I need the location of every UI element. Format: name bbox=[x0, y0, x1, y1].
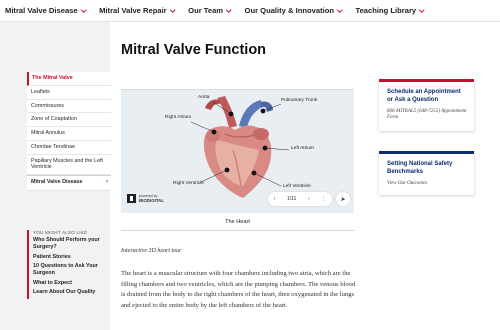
chevron-down-icon bbox=[337, 7, 343, 12]
viewer-caption: The Heart bbox=[121, 213, 354, 231]
biodigital-logo[interactable]: powered by BIODIGITAL bbox=[127, 194, 164, 204]
chevron-right-icon: › bbox=[106, 179, 108, 185]
body-paragraph: The heart is a muscular structure with f… bbox=[121, 270, 356, 309]
sidebar-item-papillary-muscles[interactable]: Papillary Muscles and the Left Ventricle bbox=[27, 155, 111, 175]
related-links: YOU MIGHT ALSO LIKE Who Should Perform y… bbox=[27, 230, 109, 299]
sidebar-item-mitral-valve-disease[interactable]: Mitral Valve Disease › bbox=[27, 175, 111, 191]
brand-text: BIODIGITAL bbox=[139, 198, 165, 204]
navigate-icon[interactable]: ➤ bbox=[336, 192, 350, 206]
sidebar-menu: The Mitral Valve Leaflets Commissures Zo… bbox=[27, 72, 111, 191]
benchmarks-title[interactable]: Setting National Safety Benchmarks bbox=[387, 161, 467, 177]
nav-teaching-library[interactable]: Teaching Library bbox=[356, 6, 425, 15]
related-link[interactable]: 10 Questions to Ask Your Surgeon bbox=[33, 263, 109, 277]
nav-label[interactable]: Teaching Library bbox=[356, 6, 417, 15]
sidebar-item-commissures[interactable]: Commissures bbox=[27, 100, 111, 114]
label-aorta: Aorta bbox=[198, 95, 210, 100]
next-icon[interactable]: › bbox=[308, 196, 310, 202]
related-links-heading: YOU MIGHT ALSO LIKE bbox=[33, 230, 88, 235]
label-left-atrium: Left Atrium bbox=[291, 146, 314, 151]
sidebar-item-label: Mitral Valve Disease bbox=[31, 179, 83, 186]
benchmarks-card[interactable]: Setting National Safety Benchmarks View … bbox=[379, 151, 474, 195]
more-options-icon[interactable]: ⋮ bbox=[321, 196, 326, 202]
nav-quality-innovation[interactable]: Our Quality & Innovation bbox=[245, 6, 343, 15]
chevron-down-icon bbox=[419, 7, 425, 12]
nav-our-team[interactable]: Our Team bbox=[188, 6, 232, 15]
nav-label[interactable]: Mitral Valve Repair bbox=[99, 6, 167, 15]
nav-label[interactable]: Mitral Valve Disease bbox=[5, 6, 78, 15]
biodigital-text: powered by BIODIGITAL bbox=[139, 194, 164, 204]
page-title: Mitral Valve Function bbox=[121, 42, 267, 58]
sidebar-item-mitral-annulus[interactable]: Mitral Annulus bbox=[27, 127, 111, 141]
appointment-card[interactable]: Schedule an Appointment or Ask a Questio… bbox=[379, 79, 474, 131]
label-pulmonary-trunk: Pulmonary Trunk bbox=[281, 98, 318, 103]
appointment-title[interactable]: Schedule an Appointment or Ask a Questio… bbox=[387, 89, 467, 105]
nav-mitral-valve-disease[interactable]: Mitral Valve Disease bbox=[5, 6, 86, 15]
chevron-down-icon bbox=[169, 7, 175, 12]
related-link[interactable]: Learn About Our Quality bbox=[33, 289, 109, 296]
tour-counter: 1/11 bbox=[287, 196, 297, 202]
label-right-atrium: Right Atrium bbox=[165, 115, 192, 120]
label-left-ventricle: Left Ventricle bbox=[283, 184, 311, 189]
related-link[interactable]: Patient Stories bbox=[33, 254, 109, 261]
sidebar-item-leaflets[interactable]: Leaflets bbox=[27, 86, 111, 100]
sidebar-item-the-mitral-valve[interactable]: The Mitral Valve bbox=[27, 72, 111, 86]
nav-label[interactable]: Our Quality & Innovation bbox=[245, 6, 334, 15]
tour-caption: Interactive 3D heart tour bbox=[121, 248, 182, 254]
tour-controls: ‹ 1/11 › ⋮ bbox=[268, 192, 332, 206]
related-link[interactable]: What to Expect bbox=[33, 280, 109, 287]
top-navigation: Mitral Valve Disease Mitral Valve Repair… bbox=[0, 0, 500, 22]
sidebar-item-chordae-tendinae[interactable]: Chordae Tendinae bbox=[27, 141, 111, 155]
sidebar-item-zone-of-coaptation[interactable]: Zone of Coaptation bbox=[27, 113, 111, 127]
biodigital-icon bbox=[127, 194, 136, 204]
appointment-subtext[interactable]: 866-MITRAL5 (648-7255) Appointment Form bbox=[387, 109, 467, 123]
chevron-down-icon bbox=[80, 7, 86, 12]
label-right-ventricle: Right Ventricle bbox=[173, 181, 204, 186]
related-link[interactable]: Who Should Perform your Surgery? bbox=[33, 237, 109, 251]
chevron-down-icon bbox=[226, 7, 232, 12]
previous-icon[interactable]: ‹ bbox=[274, 196, 276, 202]
nav-mitral-valve-repair[interactable]: Mitral Valve Repair bbox=[99, 6, 175, 15]
benchmarks-subtext[interactable]: View Our Outcomes bbox=[387, 181, 467, 188]
nav-label[interactable]: Our Team bbox=[188, 6, 223, 15]
